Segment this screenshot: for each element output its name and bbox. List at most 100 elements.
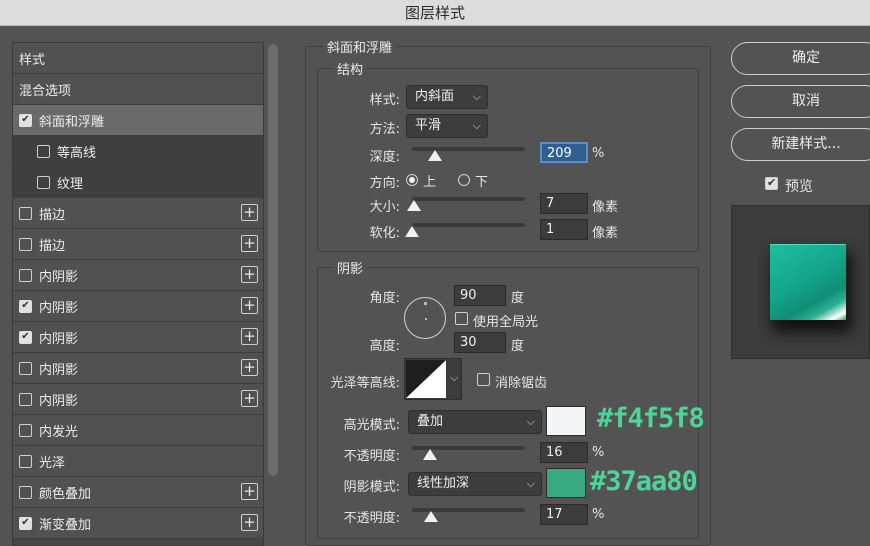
angle-label: 角度:: [369, 291, 400, 306]
use-global-light-checkbox[interactable]: [455, 312, 468, 325]
style-item[interactable]: ✔ 斜面和浮雕: [13, 105, 263, 136]
highlight-opacity-slider-thumb[interactable]: [423, 449, 438, 460]
style-item[interactable]: 颜色叠加 +: [13, 477, 263, 508]
size-label: 大小:: [369, 200, 400, 215]
style-item[interactable]: 纹理: [13, 167, 263, 198]
highlight-mode-value: 叠加: [417, 414, 444, 429]
technique-dropdown[interactable]: 平滑 ⌵: [406, 114, 488, 138]
ok-button[interactable]: 确定: [731, 42, 870, 75]
soften-slider[interactable]: [412, 223, 525, 227]
style-item-checkbox[interactable]: [19, 268, 32, 282]
structure-title: 结构: [333, 59, 368, 78]
style-item-label: 样式: [19, 52, 46, 68]
cancel-button[interactable]: 取消: [731, 85, 870, 118]
highlight-opacity-unit: %: [592, 445, 605, 460]
shadow-hex-annotation: #37aa80: [590, 466, 698, 497]
highlight-color-swatch[interactable]: [546, 406, 586, 436]
size-input[interactable]: 7: [540, 193, 588, 214]
shadow-opacity-slider-thumb[interactable]: [424, 511, 439, 522]
soften-unit: 像素: [592, 226, 619, 241]
shadow-opacity-input[interactable]: 17: [540, 504, 588, 525]
style-item-checkbox[interactable]: [37, 144, 50, 158]
shadow-color-swatch[interactable]: [546, 468, 586, 498]
size-slider-thumb[interactable]: [407, 200, 422, 211]
style-item-label: 渐变叠加: [39, 517, 92, 533]
technique-dropdown-value: 平滑: [415, 118, 442, 133]
preview-thumbnail: [731, 205, 870, 359]
styles-list-scrollbar[interactable]: [268, 44, 278, 476]
angle-input[interactable]: 90: [454, 285, 506, 306]
highlight-mode-dropdown[interactable]: 叠加 ⌵: [408, 410, 542, 434]
style-dropdown[interactable]: 内斜面 ⌵: [406, 85, 488, 109]
style-item-checkbox[interactable]: ✔: [19, 516, 32, 530]
style-item-checkbox[interactable]: [19, 237, 32, 251]
soften-input[interactable]: 1: [540, 219, 588, 240]
depth-input[interactable]: 209: [540, 142, 588, 163]
style-item-checkbox[interactable]: [19, 392, 32, 406]
altitude-input[interactable]: 30: [454, 332, 506, 353]
style-item-label: 描边: [39, 207, 66, 223]
style-item-checkbox[interactable]: ✔: [19, 330, 32, 344]
style-item-checkbox[interactable]: ✔: [19, 299, 32, 313]
angle-dial-center: [425, 318, 427, 320]
add-instance-icon[interactable]: +: [241, 514, 258, 531]
style-item[interactable]: ✔ 内阴影 +: [13, 322, 263, 353]
add-instance-icon[interactable]: +: [241, 328, 258, 345]
direction-up-label: 上: [423, 175, 437, 190]
style-item[interactable]: 等高线: [13, 136, 263, 167]
highlight-opacity-label: 不透明度:: [343, 449, 400, 464]
style-item[interactable]: 内发光: [13, 415, 263, 446]
add-instance-icon[interactable]: +: [241, 483, 258, 500]
style-item[interactable]: 描边 +: [13, 229, 263, 260]
shadow-mode-dropdown[interactable]: 线性加深 ⌵: [408, 472, 542, 496]
size-slider[interactable]: [412, 197, 525, 201]
style-item-label: 描边: [39, 238, 66, 254]
add-instance-icon[interactable]: +: [241, 204, 258, 221]
style-dropdown-value: 内斜面: [415, 89, 455, 104]
add-instance-icon[interactable]: +: [241, 297, 258, 314]
style-item-checkbox[interactable]: [19, 361, 32, 375]
direction-down-radio[interactable]: [458, 174, 470, 186]
style-item-checkbox[interactable]: [37, 175, 50, 189]
style-item[interactable]: ✔ 内阴影 +: [13, 291, 263, 322]
technique-label: 方法:: [369, 122, 400, 137]
style-item[interactable]: 混合选项: [13, 74, 263, 105]
direction-label: 方向:: [369, 176, 400, 191]
angle-dial[interactable]: [404, 297, 446, 339]
direction-up-radio[interactable]: [406, 174, 418, 186]
add-instance-icon[interactable]: +: [241, 359, 258, 376]
style-item[interactable]: 内阴影 +: [13, 384, 263, 415]
add-instance-icon[interactable]: +: [241, 235, 258, 252]
preview-checkbox[interactable]: [765, 176, 778, 190]
style-item-checkbox[interactable]: [19, 423, 32, 437]
depth-unit: %: [592, 146, 605, 161]
window-title: 图层样式: [0, 0, 870, 26]
style-item[interactable]: 描边 +: [13, 198, 263, 229]
gloss-contour-label: 光泽等高线:: [330, 376, 400, 391]
gloss-contour-picker[interactable]: ⌵: [404, 358, 462, 400]
shadow-mode-label: 阴影模式:: [343, 480, 400, 495]
style-item[interactable]: 样式: [13, 43, 263, 74]
style-item[interactable]: 内阴影 +: [13, 353, 263, 384]
style-item-checkbox[interactable]: ✔: [19, 113, 32, 127]
add-instance-icon[interactable]: +: [241, 266, 258, 283]
soften-slider-thumb[interactable]: [405, 226, 419, 237]
style-item-checkbox[interactable]: [19, 206, 32, 220]
add-instance-icon[interactable]: +: [241, 390, 258, 407]
style-item[interactable]: ✔ 渐变叠加 +: [13, 508, 263, 539]
style-item[interactable]: 光泽: [13, 446, 263, 477]
style-item-label: 纹理: [57, 176, 84, 192]
direction-down-label: 下: [475, 175, 489, 190]
style-item-label: 内阴影: [39, 269, 79, 285]
preview-tile: [770, 244, 846, 320]
anti-aliased-checkbox[interactable]: [477, 373, 490, 386]
style-item-checkbox[interactable]: [19, 485, 32, 499]
preview-label: 预览: [785, 179, 813, 195]
style-item-label: 内发光: [39, 424, 79, 440]
style-item[interactable]: 内阴影 +: [13, 260, 263, 291]
depth-slider-thumb[interactable]: [427, 150, 442, 161]
highlight-opacity-input[interactable]: 16: [540, 442, 588, 463]
altitude-label: 高度:: [369, 339, 400, 354]
new-style-button[interactable]: 新建样式...: [731, 128, 870, 161]
style-item-checkbox[interactable]: [19, 454, 32, 468]
